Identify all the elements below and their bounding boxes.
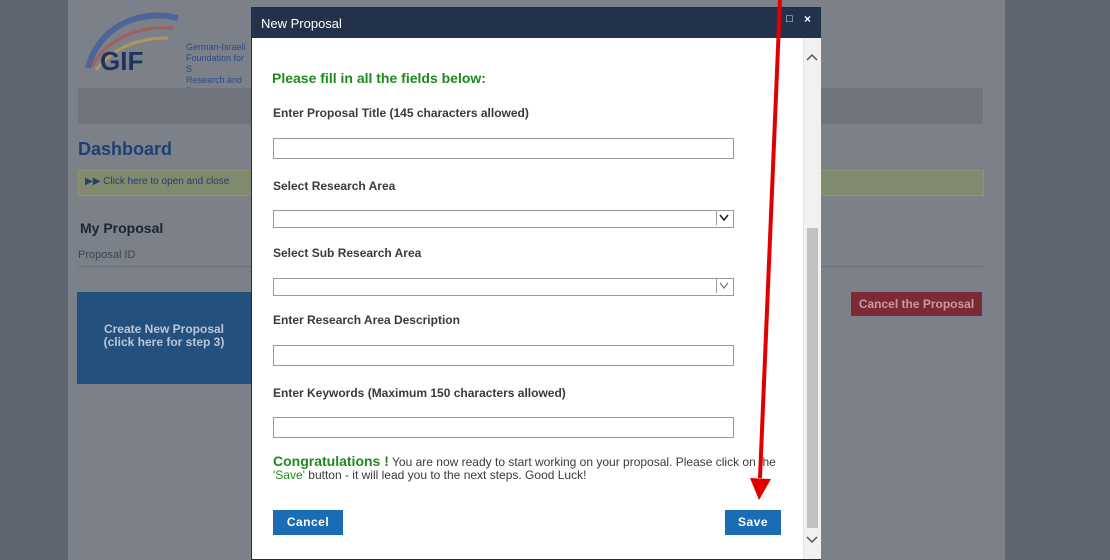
instructions-toggle[interactable]: ▶▶ Click here to open and close [78,170,253,196]
keywords-input[interactable] [273,417,734,438]
research-area-label: Select Research Area [273,179,396,193]
dialog-scrollbar[interactable] [803,38,821,559]
maximize-icon[interactable]: □ [786,14,793,25]
section-title: My Proposal [80,220,164,236]
scroll-down-icon[interactable] [806,533,818,547]
dialog-title: New Proposal [261,16,342,31]
scroll-thumb[interactable] [807,228,818,528]
create-new-proposal-sublabel: (click here for step 3) [103,335,225,349]
chevron-down-icon [716,279,731,293]
cancel-proposal-button[interactable]: Cancel the Proposal [851,292,982,316]
page-margin-left [0,0,68,560]
sub-research-area-select[interactable] [273,278,734,296]
congratulations-message: Congratulations ! You are now ready to s… [273,453,776,482]
instructions-toggle-label: ▶▶ Click here to open and close [85,176,230,187]
proposal-title-input[interactable] [273,138,734,159]
new-proposal-dialog: New Proposal □ × Please fill in all the … [251,7,821,560]
cancel-button[interactable]: Cancel [273,510,343,535]
close-icon[interactable]: × [804,13,811,25]
scroll-up-icon[interactable] [806,50,818,64]
congrats-word: Congratulations [273,453,381,469]
form-heading: Please fill in all the fields below: [272,70,486,86]
proposal-title-label: Enter Proposal Title (145 characters all… [273,106,529,120]
research-area-select[interactable] [273,210,734,228]
research-description-input[interactable] [273,345,734,366]
logo-wordmark: GIF [100,46,144,76]
research-description-label: Enter Research Area Description [273,313,460,327]
save-button[interactable]: Save [725,510,781,535]
sub-research-area-label: Select Sub Research Area [273,246,422,260]
gif-logo: GIF German-Israeli Foundation for S Rese… [78,8,248,96]
page-margin-right [1005,0,1110,560]
chevron-down-icon [716,211,731,225]
dialog-titlebar: New Proposal □ × [252,8,820,38]
page-title: Dashboard [78,139,173,159]
instructions-toggle-bar-right [820,170,984,196]
column-header-proposal-id: Proposal ID [78,249,136,261]
create-new-proposal-button[interactable]: Create New Proposal (click here for step… [77,292,251,384]
keywords-label: Enter Keywords (Maximum 150 characters a… [273,386,566,400]
